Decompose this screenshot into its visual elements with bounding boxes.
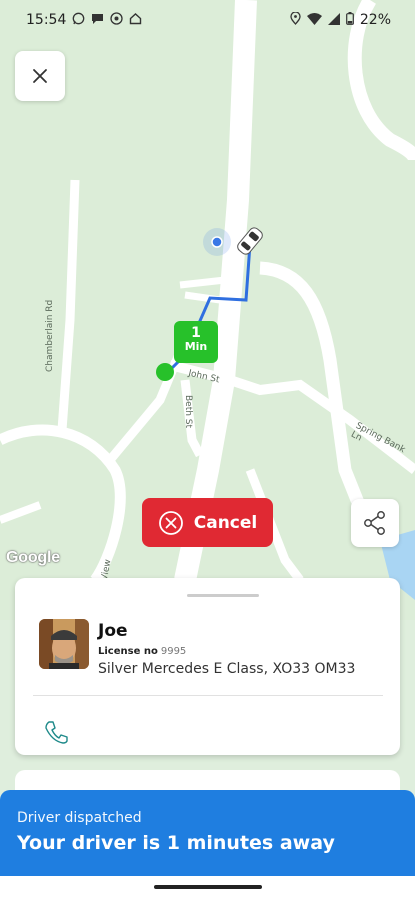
vehicle-description: Silver Mercedes E Class, XO33 OM33: [98, 661, 356, 677]
cancel-button[interactable]: Cancel: [142, 498, 273, 547]
battery-level: 22%: [359, 12, 391, 28]
whatsapp-icon: [72, 12, 85, 28]
license-number: 9995: [160, 646, 187, 657]
close-button[interactable]: [15, 51, 65, 101]
drag-handle[interactable]: [187, 594, 259, 597]
cancel-label: Cancel: [193, 512, 258, 533]
google-attribution: Google: [6, 549, 60, 566]
status-time: 15:54: [26, 12, 67, 28]
notice-title: Driver dispatched: [17, 810, 142, 826]
pickup-pin: [156, 363, 174, 381]
close-icon: [33, 69, 47, 83]
system-nav-bar: [0, 876, 415, 900]
driver-card: Joe License no 9995 Silver Mercedes E Cla…: [15, 578, 400, 755]
home-gesture-bar[interactable]: [154, 885, 262, 889]
battery-icon: [345, 12, 354, 28]
eta-unit: Min: [184, 339, 208, 353]
call-driver-button[interactable]: [39, 715, 73, 749]
home-icon: [129, 12, 142, 28]
eta-badge: 1 Min: [174, 321, 218, 363]
location-pin-icon: [290, 11, 301, 28]
phone-icon: [45, 721, 68, 744]
cancel-icon: [158, 510, 183, 535]
eta-value: 1: [191, 325, 201, 341]
driver-status-banner: Driver dispatched Your driver is 1 minut…: [0, 790, 415, 876]
notice-message: Your driver is 1 minutes away: [17, 832, 335, 854]
street-label-beth: Beth St: [183, 395, 193, 429]
divider: [33, 695, 383, 696]
license-label: License no: [98, 646, 158, 657]
messenger-icon: [110, 12, 124, 28]
status-bar: 15:54 22%: [0, 0, 415, 40]
driver-name: Joe: [98, 621, 128, 641]
wifi-icon: [306, 12, 322, 28]
chat-bubble-icon: [91, 12, 104, 28]
license-info: License no 9995: [98, 646, 186, 657]
street-label-chamberlain: Chamberlain Rd: [45, 299, 55, 372]
share-icon: [364, 511, 385, 535]
share-button[interactable]: [351, 499, 399, 547]
signal-icon: [327, 12, 340, 28]
avatar: [39, 619, 89, 669]
